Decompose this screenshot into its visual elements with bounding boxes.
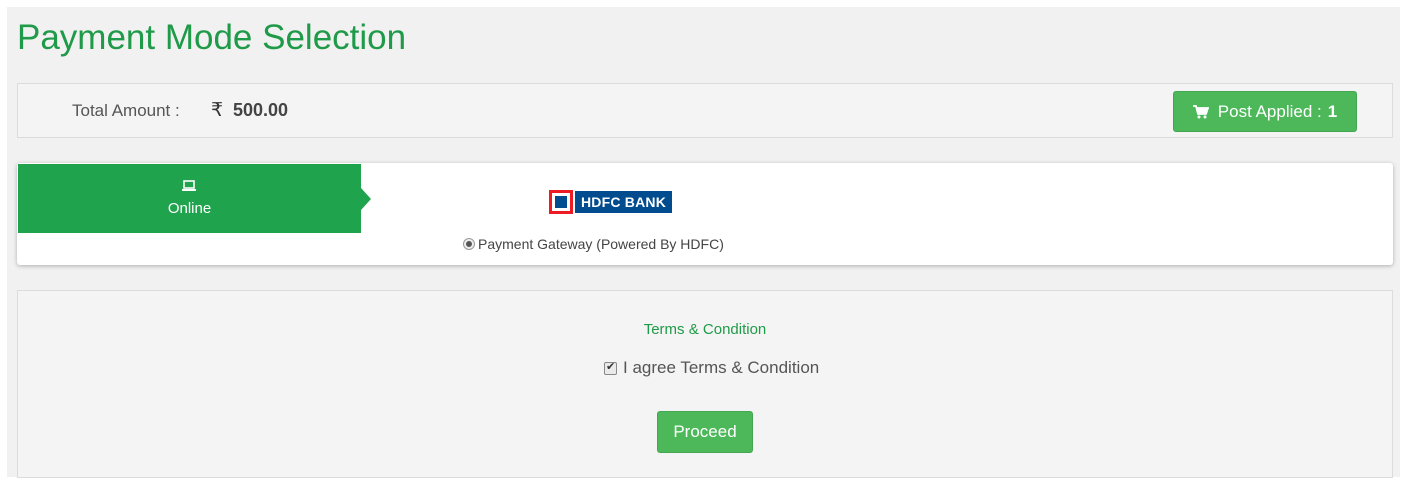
payment-gateway-label: Payment Gateway (Powered By HDFC): [478, 236, 724, 252]
post-applied-count: 1: [1327, 101, 1338, 121]
post-applied-button[interactable]: Post Applied : 1: [1173, 91, 1357, 132]
laptop-icon: [182, 178, 196, 196]
cart-icon: [1192, 104, 1209, 119]
tab-online[interactable]: Online: [18, 164, 371, 233]
hdfc-bank-logo: HDFC BANK: [549, 190, 681, 214]
agree-terms-label: I agree Terms & Condition: [623, 358, 820, 377]
terms-title: Terms & Condition: [643, 321, 767, 338]
total-amount-value: 500.00: [233, 100, 289, 120]
rupee-symbol: ₹: [211, 100, 224, 121]
payment-gateway-radio[interactable]: [463, 238, 475, 250]
amount-summary-bar: Total Amount : ₹ 500.00 Post Applied : 1: [17, 83, 1393, 138]
page-title: Payment Mode Selection: [17, 18, 407, 57]
bank-logo-text: HDFC BANK: [575, 191, 673, 213]
total-amount-label: Total Amount :: [72, 101, 180, 120]
terms-section: Terms & Condition I agree Terms & Condit…: [17, 290, 1393, 478]
agree-terms-checkbox[interactable]: [604, 360, 617, 375]
agree-terms-option[interactable]: I agree Terms & Condition: [604, 358, 819, 378]
proceed-button[interactable]: Proceed: [657, 411, 753, 453]
post-applied-label: Post Applied :: [1217, 101, 1322, 121]
tab-online-label: Online: [167, 200, 212, 217]
payment-mode-card: Online HDFC BANK Payment Gateway (Powere…: [17, 163, 1393, 265]
hdfc-emblem-icon: [549, 190, 573, 214]
payment-gateway-option[interactable]: Payment Gateway (Powered By HDFC): [463, 236, 724, 252]
